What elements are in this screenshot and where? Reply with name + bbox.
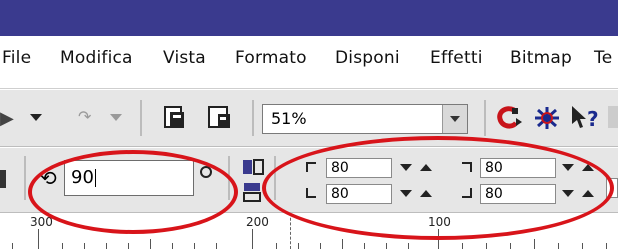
horizontal-ruler: 300 200 100 [0,212,618,249]
corner-bottom-left-spinner[interactable] [398,187,438,201]
menu-file[interactable]: File [2,48,31,68]
corner-bottom-left-field[interactable]: 80 [326,184,392,204]
menu-formato-label: Formato [235,48,307,68]
corner-top-right-field[interactable]: 80 [480,158,556,178]
toolbar-separator [484,100,486,136]
corner-top-right-spinner[interactable] [560,161,600,175]
mirror-vertical-icon[interactable] [242,182,264,202]
rotation-angle-icon: ⟲ [40,166,57,190]
menu-te[interactable]: Te [594,48,612,68]
partial-icon [608,106,618,128]
corner-bottom-right-icon [462,188,472,198]
toolbar-separator [274,156,276,200]
redo-dropdown-icon[interactable] [110,112,124,122]
corner-top-left-field[interactable]: 80 [326,158,392,178]
corner-bottom-right-field[interactable]: 80 [480,184,556,204]
undo-dropdown-icon[interactable] [30,112,44,122]
menu-modifica[interactable]: Modifica [60,48,133,68]
import-icon[interactable] [162,104,190,132]
corner-top-right-icon [462,162,472,172]
menu-separator [0,88,618,89]
partial-icon [0,170,6,188]
toolbar-separator [140,100,142,136]
rotation-angle-value: 90 [71,167,94,188]
menu-effetti-label: Effetti [430,48,483,68]
menu-vista[interactable]: Vista [163,48,206,68]
menu-bitmap[interactable]: Bitmap [510,48,572,68]
export-icon[interactable] [206,104,234,132]
zoom-level-value: 51% [271,109,307,128]
ruler-major-tick [38,229,39,249]
menu-disponi-label: Disponi [335,48,400,68]
corner-top-left-spinner[interactable] [398,161,438,175]
menu-disponi[interactable]: Disponi [335,48,400,68]
menu-bitmap-label: Bitmap [510,48,573,68]
zoom-level-combobox[interactable]: 51% [262,104,468,134]
mirror-horizontal-icon[interactable] [242,158,264,178]
corner-top-left-value: 80 [331,160,349,176]
degree-icon [200,166,212,178]
svg-text:?: ? [587,107,599,131]
menu-vista-label: Vista [163,48,206,68]
corner-bottom-right-value: 80 [485,186,503,202]
ruler-label: 100 [428,215,451,229]
text-caret [94,169,96,187]
corner-top-left-icon [306,162,316,172]
ruler-label: 200 [246,215,269,229]
ruler-major-tick [438,229,439,249]
partial-icon: ▶ [0,108,14,129]
application-launcher-icon[interactable] [494,104,524,132]
window-titlebar [0,0,618,36]
corner-bottom-right-spinner[interactable] [560,187,600,201]
redo-icon[interactable]: ↷ [78,108,91,126]
toolbar-separator [252,100,254,136]
zoom-dropdown-button[interactable] [442,105,467,133]
menu-bar: File Modifica Vista Formato Disponi Effe… [0,36,618,88]
menu-file-label: File [2,48,32,68]
toolbar-separator-line [0,146,618,147]
corner-top-right-value: 80 [485,160,503,176]
whats-this-help-icon[interactable]: ? [570,104,602,132]
ruler-cursor-guide [290,213,292,249]
menu-te-label: Te [594,48,613,68]
toolbar-separator [24,156,26,200]
menu-effetti[interactable]: Effetti [430,48,483,68]
ruler-label: 300 [30,215,53,229]
rotation-angle-input[interactable]: 90 [64,160,194,196]
corner-bottom-left-value: 80 [331,186,349,202]
lock-ratio-button[interactable] [606,178,618,198]
corner-bottom-left-icon [306,188,316,198]
menu-formato[interactable]: Formato [235,48,307,68]
corel-online-icon[interactable] [532,104,562,132]
menu-modifica-label: Modifica [60,48,133,68]
ruler-major-tick [252,229,253,249]
toolbar-separator [228,156,230,200]
